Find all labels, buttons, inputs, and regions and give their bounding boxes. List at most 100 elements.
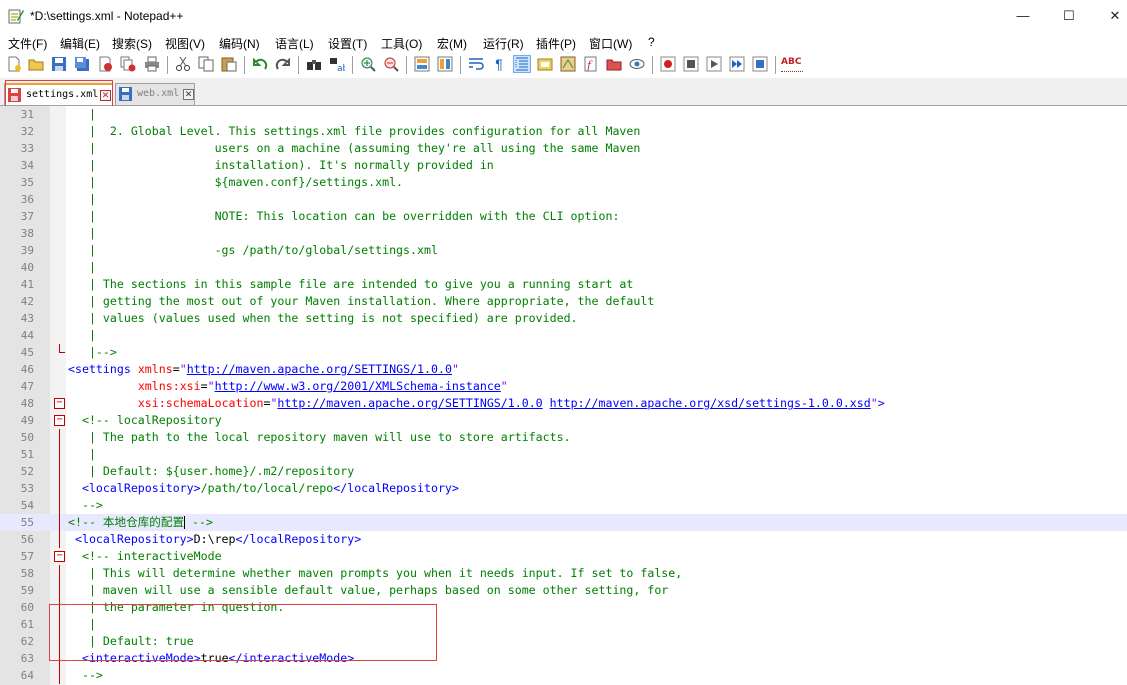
line-text: | -gs /path/to/global/settings.xml: [68, 242, 438, 259]
token-tag: </localRepository>: [333, 481, 459, 495]
replace-icon[interactable]: ab: [329, 56, 345, 72]
folder-workspace-icon[interactable]: [606, 56, 622, 72]
token-comment: | The path to the local repository maven…: [68, 430, 571, 444]
close-window-button[interactable]: ✕: [1092, 0, 1127, 32]
code-line[interactable]: 44 |: [0, 327, 1127, 344]
code-line[interactable]: 58 | This will determine whether maven p…: [0, 565, 1127, 582]
token-url[interactable]: http://www.w3.org/2001/XMLSchema-instanc…: [215, 379, 501, 393]
code-line[interactable]: 33 | users on a machine (assuming they'r…: [0, 140, 1127, 157]
maximize-button[interactable]: ☐: [1046, 0, 1092, 32]
zoom-out-icon[interactable]: [383, 56, 399, 72]
code-line[interactable]: 41 | The sections in this sample file ar…: [0, 276, 1127, 293]
find-icon[interactable]: [306, 56, 322, 72]
token-quote: ": [179, 362, 187, 376]
code-line[interactable]: 49 − <!-- localRepository: [0, 412, 1127, 429]
tab-web-xml[interactable]: web.xml ✕: [115, 83, 195, 105]
token-comment: | users on a machine (assuming they're a…: [68, 141, 641, 155]
record-macro-icon[interactable]: [660, 56, 676, 72]
monitoring-icon[interactable]: [629, 56, 645, 72]
indent-guide-icon[interactable]: [513, 55, 531, 73]
sync-vertical-icon[interactable]: [414, 56, 430, 72]
token-comment: | NOTE: This location can be overridden …: [68, 209, 620, 223]
spell-check-icon[interactable]: ABC: [781, 56, 803, 72]
editor[interactable]: 31 | 32 | 2. Global Level. This settings.…: [0, 106, 1127, 685]
copy-icon[interactable]: [198, 56, 214, 72]
code-line[interactable]: 36 |: [0, 191, 1127, 208]
menu-file[interactable]: 文件(F): [8, 35, 47, 52]
user-language-icon[interactable]: [537, 56, 553, 72]
code-line[interactable]: 56 <localRepository>D:\rep</localReposit…: [0, 531, 1127, 548]
code-line[interactable]: 42 | getting the most out of your Maven …: [0, 293, 1127, 310]
close-icon[interactable]: [97, 56, 113, 72]
paste-icon[interactable]: [221, 56, 237, 72]
tab-close-button[interactable]: ✕: [183, 89, 194, 100]
line-number: 57: [20, 550, 34, 563]
menu-encoding[interactable]: 编码(N): [219, 35, 260, 52]
code-line[interactable]: 35 | ${maven.conf}/settings.xml.: [0, 174, 1127, 191]
code-line[interactable]: 32 | 2. Global Level. This settings.xml …: [0, 123, 1127, 140]
tab-label: web.xml: [137, 88, 180, 99]
token-url[interactable]: http://maven.apache.org/SETTINGS/1.0.0: [187, 362, 452, 376]
word-wrap-icon[interactable]: [468, 56, 484, 72]
fold-collapse-icon[interactable]: −: [54, 415, 65, 426]
run-macro-multiple-icon[interactable]: [729, 56, 745, 72]
sync-horizontal-icon[interactable]: [437, 56, 453, 72]
code-line[interactable]: 37 | NOTE: This location can be overridd…: [0, 208, 1127, 225]
undo-icon[interactable]: [252, 56, 268, 72]
code-line[interactable]: 31 |: [0, 106, 1127, 123]
token-tag: <settings: [68, 362, 131, 376]
menu-window[interactable]: 窗口(W): [589, 35, 632, 52]
code-line[interactable]: 40 |: [0, 259, 1127, 276]
code-line[interactable]: 43 | values (values used when the settin…: [0, 310, 1127, 327]
menu-view[interactable]: 视图(V): [165, 35, 205, 52]
code-line[interactable]: 54 -->: [0, 497, 1127, 514]
menu-language[interactable]: 语言(L): [275, 35, 314, 52]
menu-run[interactable]: 运行(R): [483, 35, 524, 52]
token-quote: ": [870, 396, 878, 410]
new-icon[interactable]: [6, 56, 22, 72]
open-icon[interactable]: [28, 56, 44, 72]
code-line[interactable]: 51 |: [0, 446, 1127, 463]
code-line[interactable]: 59 | maven will use a sensible default v…: [0, 582, 1127, 599]
menu-settings[interactable]: 设置(T): [328, 35, 367, 52]
fold-collapse-icon[interactable]: −: [54, 398, 65, 409]
code-line[interactable]: 64 -->: [0, 667, 1127, 684]
cut-icon[interactable]: [175, 56, 191, 72]
menu-plugins[interactable]: 插件(P): [536, 35, 576, 52]
save-all-icon[interactable]: [74, 56, 90, 72]
line-number: 52: [20, 465, 34, 478]
code-line[interactable]: 46 <settings xmlns="http://maven.apache.o…: [0, 361, 1127, 378]
doc-map-icon[interactable]: [560, 56, 576, 72]
menu-macro[interactable]: 宏(M): [437, 35, 467, 52]
close-all-icon[interactable]: [120, 56, 136, 72]
save-icon[interactable]: [51, 56, 67, 72]
menu-edit[interactable]: 编辑(E): [60, 35, 100, 52]
save-macro-icon[interactable]: [752, 56, 768, 72]
redo-icon[interactable]: [275, 56, 291, 72]
show-all-chars-icon[interactable]: ¶: [491, 56, 507, 72]
minimize-button[interactable]: —: [1000, 0, 1046, 32]
menu-help[interactable]: ?: [648, 35, 655, 49]
code-line[interactable]: 39 | -gs /path/to/global/settings.xml: [0, 242, 1127, 259]
code-line[interactable]: 57 − <!-- interactiveMode: [0, 548, 1127, 565]
code-line[interactable]: 45 |-->: [0, 344, 1127, 361]
code-line[interactable]: 53 <localRepository>/path/to/local/repo<…: [0, 480, 1127, 497]
fold-collapse-icon[interactable]: −: [54, 551, 65, 562]
token-url[interactable]: http://maven.apache.org/xsd/settings-1.0…: [550, 396, 871, 410]
token-url[interactable]: http://maven.apache.org/SETTINGS/1.0.0: [277, 396, 542, 410]
code-line[interactable]: 52 | Default: ${user.home}/.m2/repositor…: [0, 463, 1127, 480]
stop-macro-icon[interactable]: [683, 56, 699, 72]
code-line[interactable]: 38 |: [0, 225, 1127, 242]
play-macro-icon[interactable]: [706, 56, 722, 72]
function-list-icon[interactable]: f: [583, 56, 599, 72]
zoom-in-icon[interactable]: [360, 56, 376, 72]
code-line[interactable]: 48 − xsi:schemaLocation="http://maven.apa…: [0, 395, 1127, 412]
code-line[interactable]: 34 | installation). It's normally provid…: [0, 157, 1127, 174]
code-line[interactable]: 55 <!-- 本地仓库的配置 -->: [0, 514, 1127, 531]
menu-tools[interactable]: 工具(O): [381, 35, 422, 52]
print-icon[interactable]: [144, 56, 160, 72]
code-line[interactable]: 50 | The path to the local repository ma…: [0, 429, 1127, 446]
menu-search[interactable]: 搜索(S): [112, 35, 152, 52]
code-line[interactable]: 47 xmlns:xsi="http://www.w3.org/2001/XML…: [0, 378, 1127, 395]
token-comment: |: [68, 328, 96, 342]
